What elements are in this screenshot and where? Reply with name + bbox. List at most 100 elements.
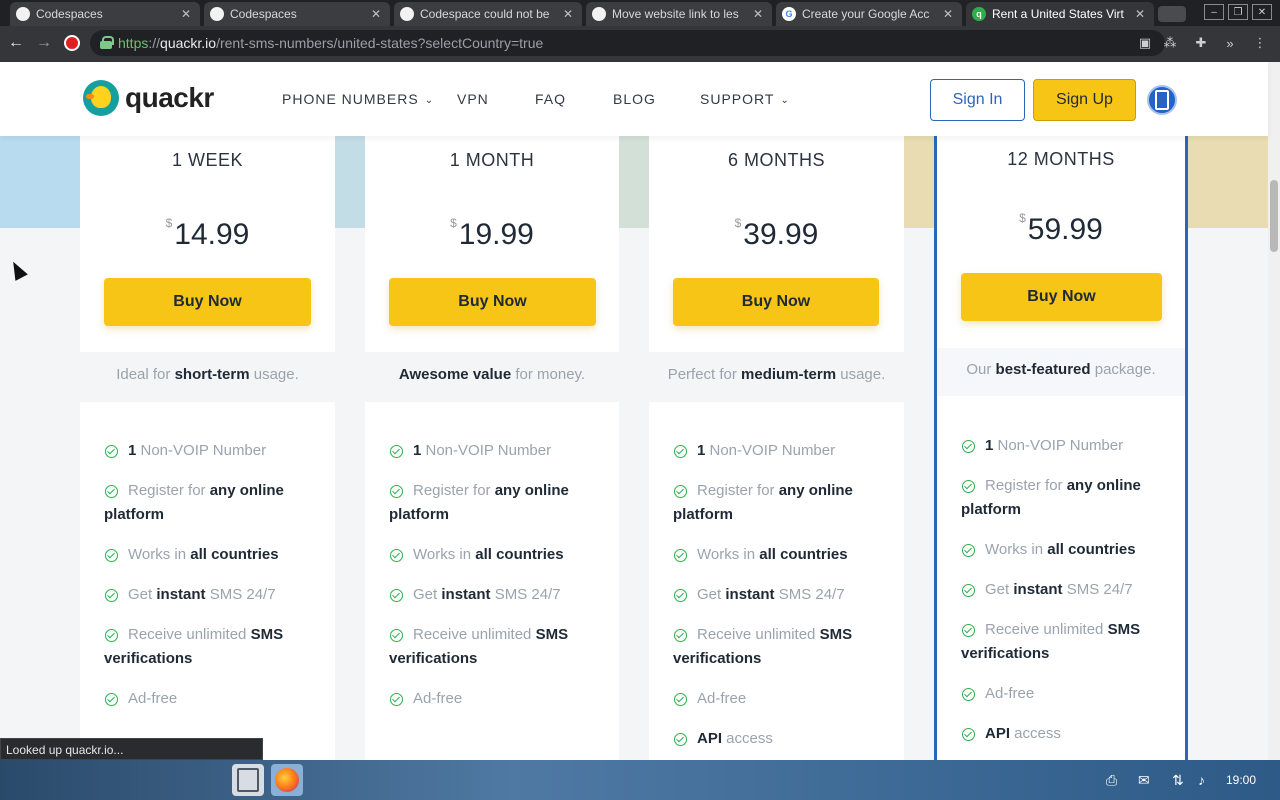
browser-tab-active[interactable]: q Rent a United States Virt ✕ — [966, 2, 1154, 26]
buy-now-button[interactable]: Buy Now — [673, 278, 879, 326]
tab-title: Create your Google Acc — [802, 7, 930, 21]
close-tab-icon[interactable]: ✕ — [370, 7, 382, 21]
scrollbar-thumb[interactable] — [1270, 180, 1278, 252]
plan-price: $14.99 — [165, 216, 250, 251]
github-icon — [16, 7, 30, 21]
nav-support[interactable]: SUPPORT ⌄ — [700, 91, 790, 107]
buy-now-button[interactable]: Buy Now — [389, 278, 596, 326]
check-circle-icon — [962, 584, 975, 597]
close-tab-icon[interactable]: ✕ — [752, 7, 764, 21]
address-url[interactable]: https://quackr.io/rent-sms-numbers/unite… — [118, 35, 543, 51]
new-tab-button[interactable] — [1158, 6, 1186, 22]
stop-loading-icon[interactable] — [64, 35, 80, 51]
feature-item: 1 Non-VOIP Number — [985, 437, 1124, 454]
plan-card-1week: 1 WEEK $14.99 Buy Now — [80, 136, 335, 352]
nav-faq[interactable]: FAQ — [535, 91, 566, 107]
chevron-right-icon[interactable]: » — [1222, 35, 1238, 51]
band-teal — [335, 136, 365, 228]
github-icon — [592, 7, 606, 21]
buy-now-button[interactable]: Buy Now — [104, 278, 311, 326]
firefox-icon[interactable] — [271, 764, 303, 796]
band-sand — [1187, 136, 1268, 228]
feature-item: Receive unlimited SMS verifications — [104, 626, 284, 667]
feature-item: Ad-free — [413, 690, 463, 707]
check-circle-icon — [962, 544, 975, 557]
os-taskbar — [0, 760, 1280, 800]
check-circle-icon — [962, 688, 975, 701]
feature-item: Register for any online platform — [673, 482, 853, 523]
menu-icon[interactable]: ⋮ — [1252, 35, 1268, 51]
check-circle-icon — [674, 733, 687, 746]
tab-title: Codespaces — [230, 7, 297, 21]
back-icon[interactable]: ← — [6, 33, 26, 53]
close-tab-icon[interactable]: ✕ — [942, 7, 954, 21]
plan-tagline: Perfect for medium-term usage. — [667, 366, 886, 383]
close-tab-icon[interactable]: ✕ — [562, 7, 574, 21]
close-tab-icon[interactable]: ✕ — [180, 7, 192, 21]
nav-phone-numbers[interactable]: PHONE NUMBERS ⌄ — [282, 91, 434, 107]
feature-item: Register for any online platform — [389, 482, 569, 523]
close-tab-icon[interactable]: ✕ — [1134, 7, 1146, 21]
plan-name: 6 MONTHS — [727, 150, 825, 170]
extensions-icon[interactable]: ✚ — [1193, 35, 1209, 51]
check-circle-icon — [674, 549, 687, 562]
feature-item: Get instant SMS 24/7 — [697, 586, 845, 603]
feature-item: Get instant SMS 24/7 — [985, 581, 1133, 598]
page-scrollbar[interactable] — [1268, 62, 1280, 760]
band-blue — [0, 136, 80, 228]
plan-tagline: Ideal for short-term usage. — [116, 366, 299, 383]
feature-item: Ad-free — [697, 690, 747, 707]
forward-icon[interactable]: → — [34, 33, 54, 53]
tab-title: Codespaces — [36, 7, 103, 21]
browser-tab[interactable]: Codespace could not be ✕ — [394, 2, 582, 26]
minimize-icon[interactable]: – — [1204, 4, 1224, 20]
buy-now-button[interactable]: Buy Now — [961, 273, 1162, 321]
file-manager-icon[interactable] — [232, 764, 264, 796]
notification-icon[interactable]: ✉ — [1138, 772, 1150, 789]
plan-name: 1 MONTH — [449, 150, 535, 170]
feature-item: Register for any online platform — [104, 482, 284, 523]
lock-icon[interactable] — [100, 36, 114, 49]
feature-item: Ad-free — [128, 690, 178, 707]
sign-up-button[interactable]: Sign Up — [1033, 79, 1136, 121]
nav-vpn[interactable]: VPN — [457, 91, 489, 107]
network-icon[interactable]: ⇅ — [1172, 772, 1184, 789]
nav-blog[interactable]: BLOG — [613, 91, 656, 107]
maximize-icon[interactable]: ❐ — [1228, 4, 1248, 20]
check-circle-icon — [105, 549, 118, 562]
volume-icon[interactable]: ♪ — [1198, 772, 1205, 788]
feature-item: Works in all countries — [413, 546, 564, 563]
feature-item: Receive unlimited SMS verifications — [961, 621, 1141, 662]
check-circle-icon — [105, 445, 118, 458]
check-circle-icon — [390, 445, 403, 458]
browser-tab[interactable]: Codespaces ✕ — [10, 2, 200, 26]
quackr-logo-icon[interactable] — [83, 80, 119, 116]
phone-icon[interactable] — [1147, 85, 1177, 115]
feature-item: API access — [985, 725, 1061, 742]
feature-item: Works in all countries — [985, 541, 1136, 558]
browser-tab[interactable]: Move website link to les ✕ — [586, 2, 772, 26]
check-circle-icon — [390, 549, 403, 562]
logo-text[interactable]: quackr — [125, 82, 214, 114]
close-window-icon[interactable]: ✕ — [1252, 4, 1272, 20]
browser-tab[interactable]: Codespaces ✕ — [204, 2, 390, 26]
feature-item: Get instant SMS 24/7 — [128, 586, 276, 603]
tab-title: Move website link to les — [612, 7, 739, 21]
feature-item: Works in all countries — [697, 546, 848, 563]
check-circle-icon — [390, 589, 403, 602]
translate-icon[interactable]: ⁂ — [1162, 35, 1178, 51]
sign-in-button[interactable]: Sign In — [930, 79, 1025, 121]
band-green — [619, 136, 649, 228]
check-circle-icon — [962, 728, 975, 741]
browser-status-bubble: Looked up quackr.io... — [0, 738, 263, 760]
printer-icon[interactable]: ⎙ — [1106, 772, 1117, 789]
band-sand — [904, 136, 936, 228]
quackr-icon: q — [972, 7, 986, 21]
plan-price: $59.99 — [1019, 211, 1103, 246]
install-app-icon[interactable]: ▣ — [1137, 35, 1153, 51]
browser-tab[interactable]: G Create your Google Acc ✕ — [776, 2, 962, 26]
feature-item: Works in all countries — [128, 546, 279, 563]
plan-tagline: Our best-featured package. — [966, 361, 1156, 378]
feature-item: Register for any online platform — [961, 477, 1141, 518]
taskbar-clock[interactable]: 19:00 — [1226, 773, 1256, 787]
